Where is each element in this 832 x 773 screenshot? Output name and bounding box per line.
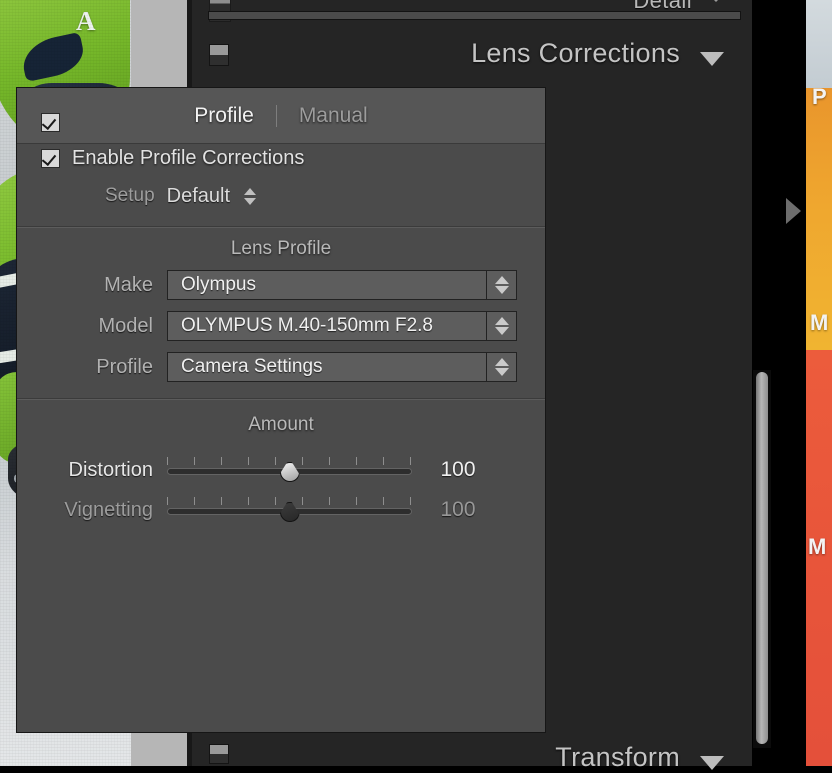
chip-label-2: M [808, 534, 827, 559]
triangle-collapse-icon-lens[interactable] [700, 52, 724, 66]
slider-handle-distortion[interactable] [278, 458, 302, 484]
up-down-stepper-icon-make[interactable] [487, 270, 517, 300]
combobox-profile[interactable]: Camera Settings [167, 352, 517, 382]
vertical-scrollbar-thumb[interactable] [756, 372, 768, 744]
slider-vignetting[interactable] [167, 495, 412, 525]
tab-manual[interactable]: Manual [277, 104, 390, 128]
panel-switch-icon-transform[interactable] [209, 744, 229, 764]
row-vignetting: Vignetting 100 [17, 490, 545, 530]
value-model[interactable]: OLYMPUS M.40-150mm F2.8 [167, 311, 487, 341]
row-profile: Profile Camera Settings [17, 348, 545, 386]
row-distortion: Distortion 100 [17, 450, 545, 490]
slider-distortion[interactable] [167, 455, 412, 485]
up-down-stepper-icon-model[interactable] [487, 311, 517, 341]
tab-profile[interactable]: Profile [172, 104, 276, 128]
checkbox-enable-profile-corrections[interactable] [41, 148, 60, 168]
value-setup[interactable]: Default [167, 185, 230, 208]
label-enable-profile-corrections: Enable Profile Corrections [72, 146, 305, 169]
transform-title: Transform [555, 742, 680, 772]
group-title-lens-profile: Lens Profile [230, 238, 332, 259]
chip-label-1: M [810, 310, 829, 335]
color-chip-top [806, 0, 832, 88]
slider-handle-vignetting[interactable] [278, 498, 302, 524]
up-down-stepper-icon-setup[interactable] [244, 187, 257, 205]
group-title-amount: Amount [248, 414, 314, 435]
label-setup: Setup [105, 185, 155, 206]
combobox-make[interactable]: Olympus [167, 270, 517, 300]
triangle-right-icon[interactable] [786, 198, 801, 224]
value-distortion[interactable]: 100 [412, 458, 504, 482]
row-setup[interactable]: Setup Default [17, 176, 545, 216]
combobox-model[interactable]: OLYMPUS M.40-150mm F2.8 [167, 311, 517, 341]
label-vignetting: Vignetting [64, 498, 153, 521]
row-model: Model OLYMPUS M.40-150mm F2.8 [17, 307, 545, 345]
checkbox-remove-chromatic-aberration[interactable] [41, 112, 60, 132]
label-make: Make [104, 273, 153, 296]
value-vignetting[interactable]: 100 [412, 498, 504, 522]
label-profile: Profile [96, 355, 153, 378]
value-profile[interactable]: Camera Settings [167, 352, 487, 382]
row-enable-profile-corrections[interactable]: Enable Profile Corrections [17, 140, 545, 176]
lens-corrections-body: Profile Manual Remove Chromatic Aberrati… [16, 87, 546, 733]
value-make[interactable]: Olympus [167, 270, 487, 300]
triangle-collapse-icon-transform[interactable] [700, 756, 724, 770]
panel-header-transform[interactable]: Transform [192, 736, 752, 772]
panel-header-lens-corrections[interactable]: Lens Corrections [192, 26, 752, 84]
lens-profile-section: Lens Profile Make Olympus Model OLYMPUS … [17, 228, 545, 386]
label-distortion: Distortion [68, 458, 153, 481]
amount-section: Amount Distortion 100 Vignetting 100 [17, 400, 545, 530]
panel-switch-icon-lens[interactable] [209, 44, 229, 66]
chip-label-0: P [812, 84, 827, 109]
triangle-collapse-icon[interactable] [706, 0, 726, 2]
detail-panel-body-edge [208, 11, 741, 20]
lens-correction-tabs: Profile Manual [17, 88, 545, 144]
app-window: A Detail Lens Corrections Profile Manual… [0, 0, 832, 772]
row-make: Make Olympus [17, 266, 545, 304]
up-down-stepper-icon-profile[interactable] [487, 352, 517, 382]
page-title: Lens Corrections [471, 38, 680, 68]
label-model: Model [98, 314, 153, 337]
